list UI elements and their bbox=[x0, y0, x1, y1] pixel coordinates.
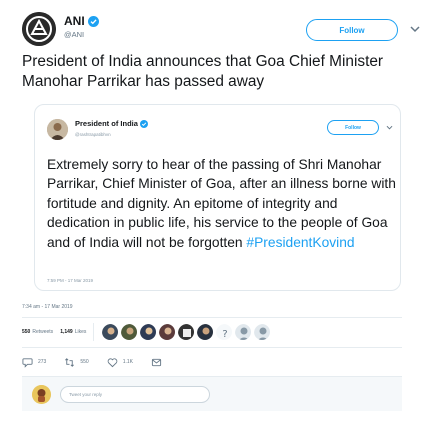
tweet-stats: 550 Retweets 1,149 Likes ? bbox=[22, 322, 272, 342]
user-avatar[interactable] bbox=[32, 385, 51, 404]
reply-input[interactable]: Tweet your reply bbox=[60, 386, 210, 403]
chevron-down-icon[interactable] bbox=[385, 123, 394, 132]
quoted-author-name[interactable]: President of India bbox=[75, 119, 138, 128]
svg-text:?: ? bbox=[223, 329, 228, 340]
quoted-tweet-text: Extremely sorry to hear of the passing o… bbox=[47, 155, 397, 252]
author-name[interactable]: ANI bbox=[64, 14, 85, 28]
retweets-stat[interactable]: 550 Retweets bbox=[22, 329, 53, 335]
dm-action[interactable] bbox=[151, 357, 162, 368]
liker-avatar[interactable] bbox=[139, 323, 158, 341]
liker-avatar[interactable] bbox=[101, 323, 120, 341]
liker-avatar[interactable] bbox=[177, 323, 196, 341]
quoted-handle[interactable]: @rashtrapatibhvn bbox=[75, 132, 111, 137]
reply-icon bbox=[22, 357, 33, 368]
quoted-follow-button[interactable]: Follow bbox=[327, 120, 379, 135]
liker-avatar[interactable] bbox=[253, 323, 272, 341]
retweet-action[interactable]: 550 bbox=[64, 357, 89, 368]
follow-button[interactable]: Follow bbox=[306, 19, 398, 41]
author-name-row: ANI bbox=[64, 14, 99, 28]
reply-bar: Tweet your reply bbox=[22, 377, 402, 411]
tweet-timestamp[interactable]: 7:34 am - 17 Mar 2019 bbox=[22, 304, 73, 310]
retweet-icon bbox=[65, 357, 75, 367]
reply-action[interactable]: 273 bbox=[22, 357, 46, 368]
dm-icon bbox=[151, 358, 162, 366]
like-icon bbox=[107, 357, 117, 367]
liker-avatar[interactable]: ? bbox=[215, 323, 234, 341]
liker-avatar[interactable] bbox=[158, 323, 177, 341]
verified-badge-icon bbox=[87, 15, 99, 27]
divider bbox=[22, 347, 402, 348]
like-count: 1.1K bbox=[122, 359, 133, 365]
tweet-header: ANI @ANI Follow bbox=[22, 10, 420, 46]
tweet-page: ANI @ANI Follow President of India annou… bbox=[0, 0, 426, 444]
reply-count: 273 bbox=[38, 359, 47, 365]
ani-logo-icon[interactable] bbox=[22, 12, 56, 46]
likes-count: 1,149 bbox=[60, 329, 73, 335]
liker-avatar[interactable] bbox=[234, 323, 253, 341]
liker-avatar[interactable] bbox=[120, 323, 139, 341]
liker-avatar[interactable] bbox=[196, 323, 215, 341]
chevron-down-icon[interactable] bbox=[408, 22, 422, 36]
like-action[interactable]: 1.1K bbox=[107, 357, 133, 368]
hashtag-link[interactable]: #PresidentKovind bbox=[246, 235, 354, 250]
quoted-tweet-card[interactable]: President of India @rashtrapatibhvn Foll… bbox=[34, 104, 401, 291]
likes-label: Likes bbox=[74, 329, 87, 335]
quoted-avatar[interactable] bbox=[47, 119, 68, 140]
likers-avatars: ? bbox=[101, 323, 272, 341]
divider bbox=[22, 317, 402, 318]
tweet-actions: 273 550 1.1K bbox=[22, 355, 180, 369]
divider bbox=[93, 323, 95, 341]
retweet-count: 550 bbox=[80, 359, 89, 365]
tweet-text: President of India announces that Goa Ch… bbox=[22, 53, 384, 90]
retweets-count: 550 bbox=[22, 329, 31, 335]
verified-badge-icon bbox=[139, 119, 148, 128]
quoted-timestamp[interactable]: 7:59 PM - 17 Mar 2019 bbox=[47, 278, 93, 283]
quoted-name-row: President of India bbox=[75, 119, 148, 128]
author-handle[interactable]: @ANI bbox=[64, 30, 84, 39]
likes-stat[interactable]: 1,149 Likes bbox=[60, 329, 86, 335]
retweets-label: Retweets bbox=[32, 329, 54, 335]
